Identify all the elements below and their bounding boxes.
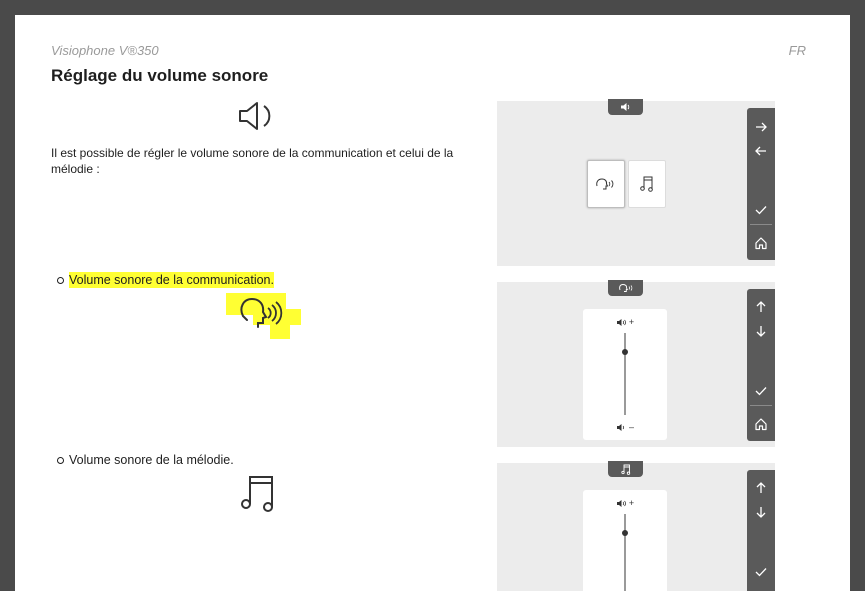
speaker-icon	[620, 103, 629, 111]
minus-sign: –	[628, 422, 634, 432]
up-button[interactable]	[747, 296, 775, 318]
bullet-marker	[57, 276, 64, 284]
arrow-left-icon	[755, 146, 766, 156]
volume-slider-knob[interactable]	[621, 530, 628, 536]
volume-slider-panel: + –	[583, 309, 667, 440]
check-icon	[755, 387, 767, 396]
music-note-icon	[620, 464, 630, 475]
document-title: Visiophone V®350	[51, 43, 159, 58]
volume-slider-panel: +	[583, 490, 667, 591]
screen-sidebar	[747, 289, 775, 441]
screen-tab	[608, 280, 643, 296]
screen-sidebar	[747, 108, 775, 260]
bullet-communication-volume: Volume sonore de la communication.	[57, 272, 274, 288]
home-button[interactable]	[747, 232, 775, 254]
speaker-icon	[239, 102, 271, 130]
arrow-up-icon	[756, 301, 766, 312]
screen-communication-volume: + –	[497, 280, 775, 447]
bullet-melody-volume: Volume sonore de la mélodie.	[57, 453, 234, 467]
check-icon	[755, 568, 767, 577]
speaker-icon	[616, 318, 626, 326]
communication-volume-card[interactable]	[587, 160, 625, 208]
arrow-right-icon	[756, 122, 767, 132]
screen-sidebar	[747, 470, 775, 591]
screen-melody-volume: +	[497, 461, 775, 591]
page-heading: Réglage du volume sonore	[51, 66, 269, 85]
up-button[interactable]	[747, 477, 775, 499]
home-icon	[755, 237, 767, 250]
intro-paragraph: Il est possible de régler le volume sono…	[51, 146, 454, 176]
bullet-marker	[57, 456, 64, 464]
music-note-icon	[241, 476, 273, 512]
sidebar-divider	[750, 224, 772, 225]
screen-volume-menu	[497, 99, 775, 266]
arrow-down-icon	[756, 326, 766, 337]
melody-volume-card[interactable]	[628, 160, 666, 208]
talking-head-icon	[240, 297, 283, 328]
confirm-button[interactable]	[747, 199, 775, 221]
home-icon	[755, 418, 767, 431]
volume-up-label[interactable]: +	[583, 498, 667, 508]
arrow-down-icon	[756, 507, 766, 518]
speaker-icon	[616, 499, 626, 507]
volume-slider-track[interactable]	[624, 333, 626, 415]
confirm-button[interactable]	[747, 561, 775, 583]
volume-down-label[interactable]: –	[583, 422, 667, 432]
down-button[interactable]	[747, 320, 775, 342]
screen-tab	[608, 461, 643, 477]
language-label: FR	[788, 43, 806, 58]
volume-up-label[interactable]: +	[583, 317, 667, 327]
sidebar-divider	[750, 405, 772, 406]
volume-slider-knob[interactable]	[621, 349, 628, 355]
back-button[interactable]	[747, 140, 775, 162]
home-button[interactable]	[747, 413, 775, 435]
bullet-label: Volume sonore de la communication.	[69, 272, 274, 288]
plus-sign: +	[628, 317, 635, 327]
speaker-icon	[616, 423, 625, 431]
next-button[interactable]	[747, 116, 775, 138]
talking-head-icon	[596, 178, 614, 190]
arrow-up-icon	[756, 482, 766, 493]
document-page: Visiophone V®350 FR Réglage du volume so…	[15, 15, 850, 591]
check-icon	[755, 206, 767, 215]
screen-tab	[608, 99, 643, 115]
talking-head-icon	[618, 284, 632, 292]
down-button[interactable]	[747, 501, 775, 523]
bullet-label: Volume sonore de la mélodie.	[69, 453, 234, 467]
music-note-icon	[640, 176, 653, 192]
volume-slider-track[interactable]	[624, 514, 626, 591]
plus-sign: +	[628, 498, 635, 508]
confirm-button[interactable]	[747, 380, 775, 402]
